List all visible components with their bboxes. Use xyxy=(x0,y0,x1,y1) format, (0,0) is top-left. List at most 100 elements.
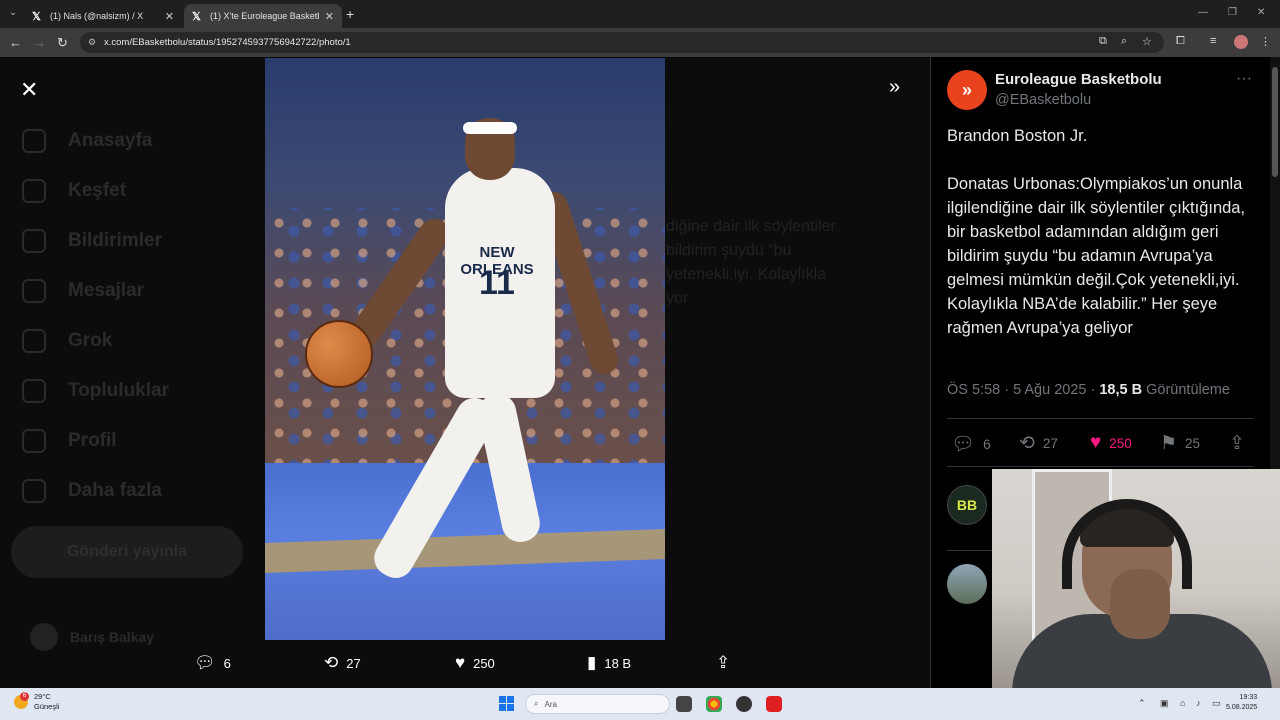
more-options-icon[interactable]: ··· xyxy=(1236,70,1252,88)
photo-action-bar: 💬︎ 6 ⟲ 27 ♥ 250 ▮ 18 B ⇪ xyxy=(0,653,930,677)
expand-sidebar-icon[interactable]: » xyxy=(889,76,900,99)
weather-condition: Güneşli xyxy=(34,702,60,711)
bell-icon xyxy=(22,229,46,253)
repost-icon: ⟲ xyxy=(324,653,339,672)
avatar-mark: » xyxy=(961,79,972,100)
bookmark-star-icon[interactable]: ☆ xyxy=(1142,35,1152,48)
photo-share-button[interactable]: ⇪ xyxy=(716,653,730,673)
views-count: 18 B xyxy=(604,655,632,671)
battery-icon[interactable]: ▭ xyxy=(1212,698,1221,709)
clock-time: 19:33 xyxy=(1239,694,1258,701)
search-icon xyxy=(22,179,46,203)
photo-repost-button[interactable]: ⟲ 27 xyxy=(324,653,361,673)
nav-label: Mesajlar xyxy=(68,280,145,301)
avatar-mark: BB xyxy=(956,497,978,513)
nav-home: Anasayfa xyxy=(22,129,153,153)
repost-icon: ⟲ xyxy=(1019,433,1035,454)
tweet-meta: ÖS 5:58 · 5 Ağu 2025 · 18,5 B Görüntülem… xyxy=(947,382,1230,398)
repost-button[interactable]: ⟲ 27 xyxy=(1019,432,1058,455)
site-info-icon[interactable]: ⚙ xyxy=(88,37,96,48)
people-icon xyxy=(22,379,46,403)
author-display-name[interactable]: Euroleague Basketbolu xyxy=(995,71,1162,88)
reply-count: 6 xyxy=(223,655,231,671)
reply-compose-avatar[interactable]: BB xyxy=(947,485,987,525)
background-tweet-text: diğine dair ilk söylentiler bildirim şuy… xyxy=(666,218,836,307)
reload-icon[interactable]: ↻ xyxy=(57,35,68,51)
nav-more: Daha fazla xyxy=(22,479,162,503)
photo-player-headband xyxy=(463,122,517,134)
x-logo-icon: 𝕏 xyxy=(32,10,41,23)
more-circle-icon xyxy=(22,479,46,503)
tab-close-icon[interactable]: ✕ xyxy=(165,10,174,23)
account-name: Barış Balkay xyxy=(70,629,155,645)
tray-overflow-icon[interactable]: ⌃ xyxy=(1138,698,1146,709)
reply-icon: 💬︎ xyxy=(951,434,976,455)
reply-icon: 💬︎ xyxy=(194,653,216,672)
back-icon[interactable]: ← xyxy=(9,35,22,50)
youtube-icon[interactable] xyxy=(766,696,782,712)
webcam-person-hand xyxy=(1110,569,1170,639)
nav-label: Anasayfa xyxy=(68,130,153,151)
avatar xyxy=(30,623,58,651)
tab-close-icon[interactable]: ✕ xyxy=(325,10,334,23)
clock-date: 5.08.2025 xyxy=(1226,704,1258,711)
post-button: Gönderi yayınla xyxy=(11,526,243,578)
share-button[interactable]: ⇪ xyxy=(1229,432,1245,455)
weather-text: 29°C Güneşli xyxy=(34,692,59,712)
nav-label: Topluluklar xyxy=(68,380,169,401)
window-close-icon[interactable]: ✕ xyxy=(1257,7,1265,18)
address-bar[interactable]: x.com/EBasketbolu/status/195274593775694… xyxy=(80,32,1164,53)
like-count: 250 xyxy=(1109,435,1132,451)
reply-count: 6 xyxy=(983,436,991,452)
nav-notifications: Bildirimler xyxy=(22,229,162,253)
scrollbar-thumb[interactable] xyxy=(1272,67,1278,177)
chrome-icon[interactable] xyxy=(706,696,722,712)
reply-author-avatar[interactable] xyxy=(947,564,987,604)
nav-profile: Profil xyxy=(22,429,117,453)
nav-label: Daha fazla xyxy=(68,480,162,501)
system-clock[interactable]: 19:33 5.08.2025 xyxy=(1226,693,1257,713)
browser-menu-icon[interactable]: ⋮ xyxy=(1260,35,1271,48)
photo-reply-button[interactable]: 💬︎ 6 xyxy=(194,653,231,673)
nav-grok: Grok xyxy=(22,329,112,353)
repost-count: 27 xyxy=(346,655,361,671)
browser-tab-strip: ⌄ 𝕏 (1) Nals (@nalsizm) / X ✕ 𝕏 (1) X'te… xyxy=(0,0,1280,28)
tab-title: (1) X'te Euroleague Basketbolu xyxy=(210,11,319,21)
maximize-icon[interactable]: ❐ xyxy=(1228,7,1237,18)
tweet-timestamp[interactable]: ÖS 5:58 · 5 Ağu 2025 · xyxy=(947,382,1099,398)
tab-search-icon[interactable]: ⌄ xyxy=(6,7,20,21)
bookmark-button[interactable]: ⚑ 25 xyxy=(1160,432,1200,455)
like-button[interactable]: ♥ 250 xyxy=(1090,432,1132,454)
browser-tab-2[interactable]: 𝕏 (1) X'te Euroleague Basketbolu ✕ xyxy=(184,4,342,28)
photo-views-button[interactable]: ▮ 18 B xyxy=(587,653,631,673)
obs-icon[interactable] xyxy=(736,696,752,712)
like-count: 250 xyxy=(473,655,495,671)
minimize-icon[interactable]: — xyxy=(1198,7,1208,18)
browser-tab-1[interactable]: 𝕏 (1) Nals (@nalsizm) / X ✕ xyxy=(24,4,182,28)
profile-avatar[interactable] xyxy=(1234,35,1248,49)
taskbar-search[interactable]: ⌕ Ara xyxy=(525,694,670,714)
author-handle[interactable]: @EBasketbolu xyxy=(995,92,1091,108)
volume-icon[interactable]: ♪ xyxy=(1196,698,1201,708)
home-icon xyxy=(22,129,46,153)
photo-like-button[interactable]: ♥ 250 xyxy=(455,653,495,673)
close-media-icon[interactable]: ✕ xyxy=(20,77,38,103)
reply-button[interactable]: 💬︎ 6 xyxy=(951,432,991,456)
jersey-number: 11 xyxy=(479,264,515,302)
network-icon[interactable]: ⌂ xyxy=(1180,698,1185,708)
tray-app-icon[interactable]: ▣ xyxy=(1160,698,1169,709)
forward-icon[interactable]: → xyxy=(33,35,46,50)
account-switcher: Barış Balkay xyxy=(30,623,154,651)
task-view-icon[interactable] xyxy=(676,696,692,712)
zoom-icon[interactable]: ⌕ xyxy=(1121,35,1127,48)
reading-list-icon[interactable]: ≡ xyxy=(1210,35,1216,47)
tab-title: (1) Nals (@nalsizm) / X xyxy=(50,11,144,21)
nav-label: Bildirimler xyxy=(68,230,162,251)
extensions-icon[interactable]: ⧠ xyxy=(1176,35,1185,48)
windows-start-icon[interactable] xyxy=(499,696,514,711)
x-logo-icon: 𝕏 xyxy=(192,10,201,23)
temperature: 29°C xyxy=(34,692,51,701)
new-tab-icon[interactable]: + xyxy=(346,6,354,22)
install-icon[interactable]: ⧉ xyxy=(1099,35,1107,48)
euroleague-avatar[interactable]: » xyxy=(947,70,987,110)
